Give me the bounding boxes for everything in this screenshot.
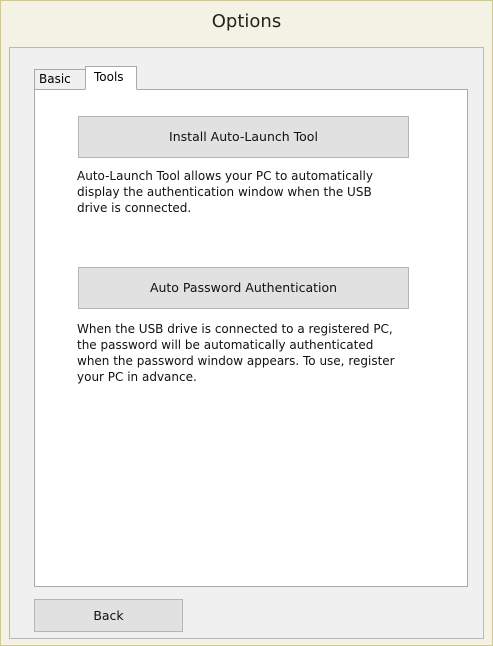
title-bar[interactable]: Options — [1, 1, 492, 47]
back-button[interactable]: Back — [34, 599, 183, 632]
install-auto-launch-tool-button[interactable]: Install Auto-Launch Tool — [78, 116, 409, 158]
tab-tools[interactable]: Tools — [85, 66, 137, 90]
options-dialog-body: Basic Tools Install Auto-Launch Tool Aut… — [9, 47, 484, 639]
auto-password-authentication-button[interactable]: Auto Password Authentication — [78, 267, 409, 309]
window-title: Options — [211, 11, 282, 32]
tab-basic[interactable]: Basic — [34, 69, 86, 89]
auto-password-description: When the USB drive is connected to a reg… — [77, 322, 395, 384]
options-window: Options Basic Tools Install Auto-Launch … — [0, 0, 493, 646]
tools-tab-panel: Install Auto-Launch Tool Auto-Launch Too… — [34, 89, 468, 587]
auto-launch-description: Auto-Launch Tool allows your PC to autom… — [77, 169, 373, 215]
